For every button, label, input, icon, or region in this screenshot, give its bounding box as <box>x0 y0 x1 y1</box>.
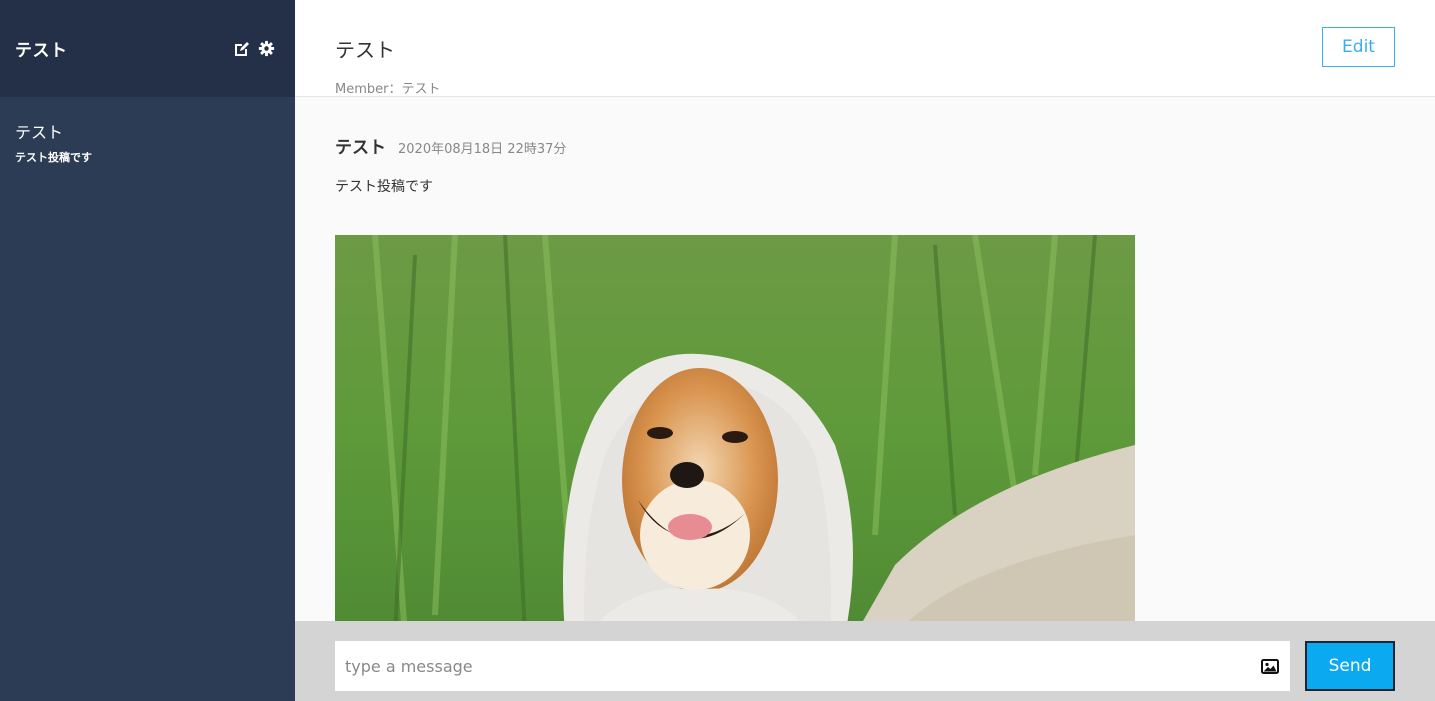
edit-icon[interactable] <box>233 40 251 58</box>
message-image <box>335 235 1135 621</box>
message-user-name: テスト <box>335 138 386 158</box>
edit-button[interactable]: Edit <box>1322 27 1395 67</box>
group-last-message: テスト投稿です <box>15 151 92 164</box>
sidebar: テスト テスト テスト投稿です <box>0 0 295 701</box>
message-header: テスト 2020年08月18日 22時37分 <box>335 133 566 158</box>
chat-group-title: テスト <box>335 38 395 62</box>
sidebar-header-icons <box>233 40 275 58</box>
chat-main: テスト Member：テスト Edit テスト 2020年08月18日 22時3… <box>295 0 1435 701</box>
message-list[interactable]: テスト 2020年08月18日 22時37分 テスト投稿です <box>295 97 1435 621</box>
current-user-name: テスト <box>15 41 68 61</box>
message-text: テスト投稿です <box>335 179 433 195</box>
sidebar-header: テスト <box>0 0 295 97</box>
sidebar-group-item[interactable]: テスト テスト投稿です <box>0 97 295 165</box>
send-button[interactable]: Send <box>1305 641 1395 691</box>
member-list: Member：テスト <box>335 82 441 97</box>
chat-header: テスト Member：テスト Edit <box>295 0 1435 97</box>
message-date: 2020年08月18日 22時37分 <box>398 142 567 157</box>
message-form: Send <box>295 621 1435 701</box>
group-name: テスト <box>15 123 64 142</box>
gear-icon[interactable] <box>257 40 275 58</box>
image-icon[interactable] <box>1250 641 1290 691</box>
message-input-box <box>335 641 1290 691</box>
message-input[interactable] <box>335 641 1250 691</box>
message-item: テスト 2020年08月18日 22時37分 テスト投稿です <box>335 133 1135 621</box>
